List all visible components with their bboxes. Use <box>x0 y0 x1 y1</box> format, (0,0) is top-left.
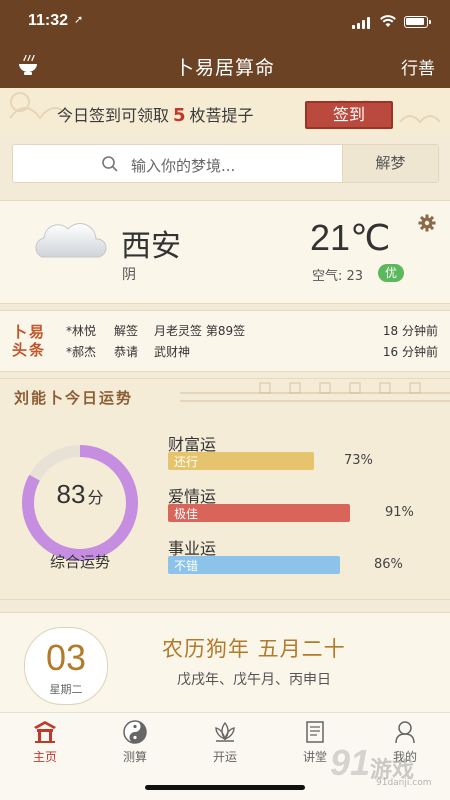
battery-icon <box>404 16 431 28</box>
nav-bar: 卜易居算命 行善 <box>0 44 450 88</box>
headline-action: 解签 <box>114 324 139 338</box>
weather-card[interactable]: 西安 阴 21℃ 空气: 23 优 <box>0 200 450 304</box>
headline-item[interactable]: *郝杰 恭请 武财神 16 分钟前 <box>66 343 438 363</box>
dream-search-input[interactable]: 输入你的梦境... <box>131 155 235 176</box>
tab-label: 测算 <box>122 750 147 764</box>
signin-reward-text: 今日签到可领取 5 枚菩提子 <box>57 102 254 126</box>
metric-rating: 不错 <box>174 559 199 573</box>
signin-text-post: 枚菩提子 <box>189 106 254 125</box>
metric-rating: 还行 <box>174 455 199 469</box>
headline-item[interactable]: *林悦 解签 月老灵签 第89签 18 分钟前 <box>66 322 438 342</box>
headline-detail: 月老灵签 第89签 <box>154 324 246 338</box>
tab-luck[interactable]: 开运 <box>180 719 270 775</box>
headline-detail: 武财神 <box>154 345 191 359</box>
metric-track: 不错 <box>168 556 368 574</box>
gear-icon[interactable] <box>418 214 436 232</box>
wifi-icon <box>380 15 396 27</box>
fortune-header: 刘能卜今日运势 <box>0 379 450 415</box>
signin-text-pre: 今日签到可领取 <box>57 106 170 125</box>
calendar-weekday: 星期二 <box>49 683 83 696</box>
ganzhi-date: 戊戌年、戊午月、丙申日 <box>177 672 331 688</box>
xingshan-link[interactable]: 行善 <box>401 54 435 79</box>
status-bar: 11:32 ➚ <box>0 0 450 44</box>
headline-time: 16 分钟前 <box>382 345 438 359</box>
weather-city: 西安 <box>121 229 181 264</box>
tab-label: 开运 <box>212 750 237 764</box>
headline-action: 恭请 <box>114 345 139 359</box>
metric-rating: 极佳 <box>174 507 199 521</box>
overall-score: 83 分 <box>18 479 142 510</box>
headlines-logo-line2: 头条 <box>12 341 47 359</box>
status-time: 11:32 <box>28 12 69 29</box>
interpret-dream-button[interactable]: 解梦 <box>342 145 438 182</box>
headline-user: *郝杰 <box>66 345 97 359</box>
home-indicator[interactable] <box>145 785 305 790</box>
home-icon <box>34 721 56 743</box>
location-arrow-icon: ➚ <box>74 13 84 26</box>
tab-label: 主页 <box>32 750 57 764</box>
metric-percent: 91% <box>385 505 414 520</box>
tab-home[interactable]: 主页 <box>0 719 90 775</box>
yin-yang-icon <box>123 720 147 744</box>
metric-bar: 不错 <box>168 556 340 574</box>
book-icon <box>306 721 324 743</box>
headline-time: 18 分钟前 <box>382 324 438 338</box>
weather-temperature: 21℃ <box>310 217 391 258</box>
air-quality-label: 空气: 23 <box>312 269 364 284</box>
headlines-logo: 卜易 头条 <box>12 323 54 359</box>
daily-fortune-section[interactable]: 刘能卜今日运势 83 分 综合运势 财富运 还行 73% 爱情运 极佳 91% 事… <box>0 378 450 600</box>
air-quality-badge: 优 <box>378 264 404 282</box>
calendar-day: 03 <box>45 637 87 678</box>
signal-icon <box>352 17 372 29</box>
metric-bar: 还行 <box>168 452 314 470</box>
dream-search-box[interactable]: 输入你的梦境... 解梦 <box>12 144 439 183</box>
metric-percent: 86% <box>374 557 403 572</box>
headline-user: *林悦 <box>66 324 97 338</box>
page-title: 卜易居算命 <box>174 57 275 79</box>
overall-score-unit: 分 <box>87 490 104 507</box>
metric-track: 还行 <box>168 452 368 470</box>
watermark: 91 游戏 91danji.com <box>330 740 445 792</box>
metric-track: 极佳 <box>168 504 368 522</box>
search-icon <box>102 156 118 172</box>
overall-fortune-label: 综合运势 <box>49 553 110 571</box>
headlines-panel[interactable]: 卜易 头条 *林悦 解签 月老灵签 第89签 18 分钟前 *郝杰 恭请 武财神… <box>0 310 450 372</box>
headlines-logo-line1: 卜易 <box>12 323 47 341</box>
fortune-title: 刘能卜今日运势 <box>14 389 134 407</box>
metric-percent: 73% <box>344 453 373 468</box>
metric-bar: 极佳 <box>168 504 350 522</box>
tab-fortune-telling[interactable]: 测算 <box>90 719 180 775</box>
overall-score-value: 83 <box>56 479 86 509</box>
lotus-icon <box>215 721 235 742</box>
lunar-calendar-card[interactable]: 03 星期二 农历狗年 五月二十 戊戌年、戊午月、丙申日 <box>0 612 450 712</box>
cloud-icon <box>35 223 107 258</box>
watermark-url: 91danji.com <box>376 778 432 788</box>
weather-condition: 阴 <box>122 267 136 283</box>
signin-button[interactable]: 签到 <box>305 101 393 129</box>
bodhi-count: 5 <box>173 105 186 126</box>
lunar-date: 农历狗年 五月二十 <box>162 637 346 661</box>
watermark-number: 91 <box>330 742 371 783</box>
